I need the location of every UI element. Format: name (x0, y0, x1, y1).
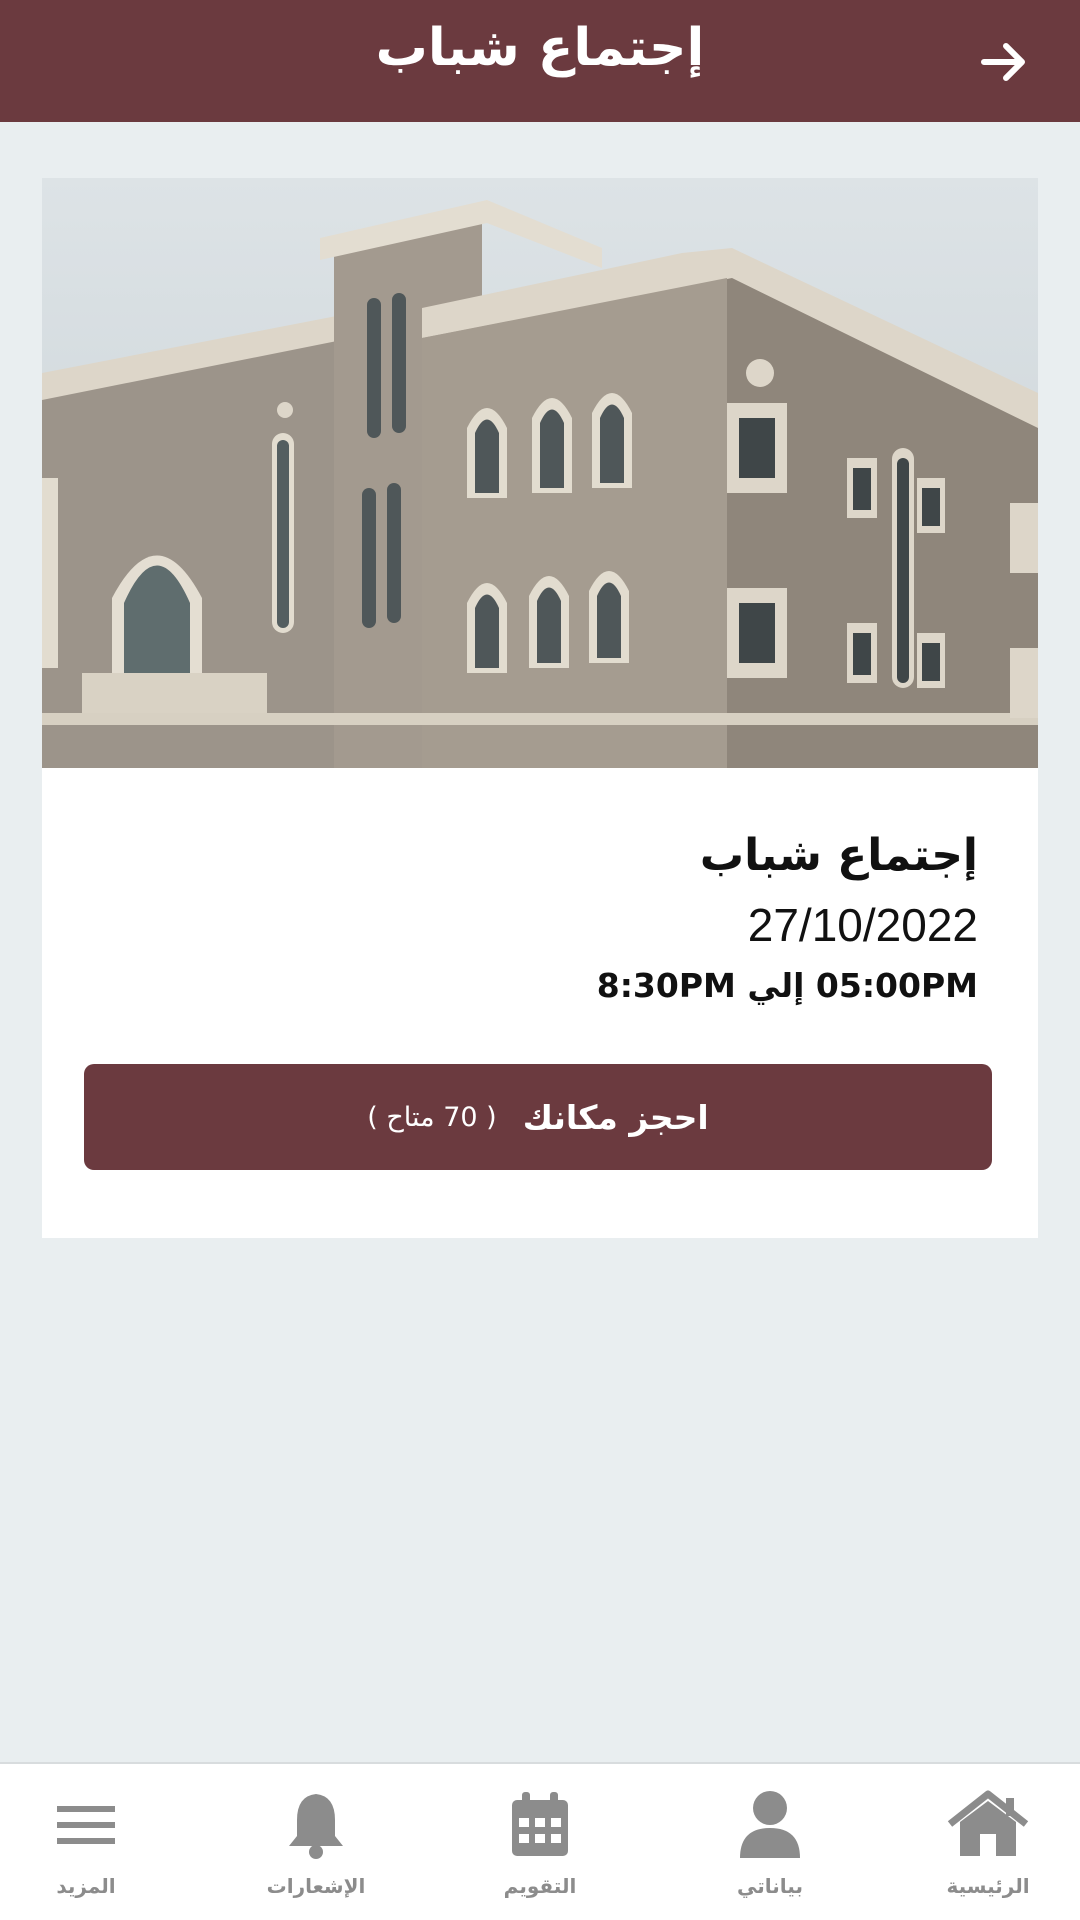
app-header: إجتماع شباب (0, 0, 1080, 122)
tab-calendar[interactable]: التقويم (432, 1764, 648, 1920)
event-photo (42, 178, 1038, 768)
user-icon (738, 1790, 802, 1862)
home-icon (946, 1790, 1030, 1862)
event-card: إجتماع شباب 27/10/2022 05:00PM إلي 8:30P… (42, 178, 1038, 1238)
event-time: 05:00PM إلي 8:30PM (596, 966, 978, 1005)
event-title: إجتماع شباب (699, 830, 978, 881)
bottom-tab-bar: الرئيسية بياناتي التقويم الإشعارات المزي… (0, 1762, 1080, 1920)
tab-profile-label: بياناتي (737, 1874, 803, 1898)
book-seat-button[interactable]: احجز مكانك ( 70 متاح ) (84, 1064, 992, 1170)
availability-count: ( 70 متاح ) (367, 1101, 497, 1133)
book-seat-label: احجز مكانك (522, 1097, 709, 1137)
calendar-icon (510, 1790, 570, 1862)
page-title: إجتماع شباب (375, 18, 705, 78)
menu-icon (55, 1790, 117, 1862)
tab-notifications-label: الإشعارات (266, 1874, 366, 1898)
arrow-right-icon[interactable] (978, 36, 1030, 88)
event-date: 27/10/2022 (747, 899, 978, 951)
tab-more-label: المزيد (56, 1874, 116, 1898)
tab-calendar-label: التقويم (503, 1874, 577, 1898)
tab-profile[interactable]: بياناتي (662, 1764, 878, 1920)
tab-more[interactable]: المزيد (0, 1764, 194, 1920)
tab-home-label: الرئيسية (946, 1874, 1030, 1898)
tab-home[interactable]: الرئيسية (880, 1764, 1080, 1920)
tab-notifications[interactable]: الإشعارات (208, 1764, 424, 1920)
bell-icon (285, 1790, 347, 1864)
